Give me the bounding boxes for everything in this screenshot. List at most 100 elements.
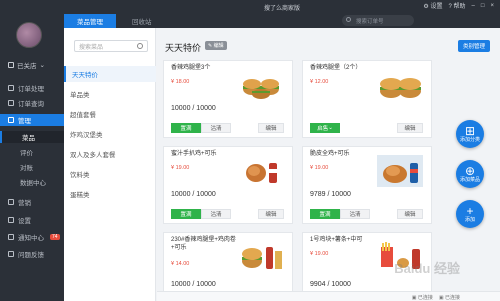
plus-icon: ⊕	[464, 163, 476, 178]
gear-icon	[8, 217, 14, 223]
minimize-icon[interactable]: –	[472, 3, 475, 9]
fill-stock-button[interactable]: 置满	[310, 209, 340, 219]
fill-stock-button[interactable]: 置满	[171, 209, 201, 219]
dish-card: 脆皮全鸡+可乐 ¥ 19.00 9789 / 10000 置满 沽清 编辑	[302, 146, 432, 224]
sidebar-item-reconciliation[interactable]: 对账	[0, 161, 64, 173]
sidebar-item-order-processing[interactable]: 订单处理	[0, 82, 64, 94]
dish-image	[380, 78, 421, 98]
start-sale-button[interactable]: 启售 ⌄	[310, 123, 340, 133]
dish-stock: 10000 / 10000	[171, 191, 216, 198]
plus-icon: ⊞	[464, 123, 476, 138]
manage-icon	[8, 117, 14, 123]
printer-icon: ▣	[438, 295, 444, 301]
dish-image	[243, 79, 279, 99]
search-icon	[346, 17, 351, 22]
connection-status: ▣ 已连接	[411, 295, 433, 301]
status-bar: ▣ 已连接 ▣ 已连接	[157, 291, 500, 301]
category-item[interactable]: 双人及多人套餐	[64, 146, 156, 162]
sidebar-item-reviews[interactable]: 评价	[0, 146, 64, 158]
dish-name: 脆皮全鸡+可乐	[310, 151, 350, 157]
edit-section-button[interactable]: ✎ 编辑	[205, 41, 227, 50]
window-controls: ⚙ 设置 ? 帮助 – □ ×	[423, 1, 494, 11]
dish-name: 1号鸡块+薯条+中可	[310, 237, 363, 243]
notification-badge: 74	[50, 234, 60, 240]
avatar[interactable]	[16, 22, 42, 48]
category-panel: 搜索菜品 天天特价 单品类 超值套餐 炸鸡汉堡类 双人及多人套餐 饮料类 蛋糕类	[64, 28, 156, 301]
sidebar-item-settings[interactable]: 设置	[0, 214, 64, 226]
sidebar-item-notifications[interactable]: 通知中心 74	[0, 231, 64, 243]
printer-icon: ▣	[411, 295, 417, 301]
dish-price: ¥ 18.00	[171, 79, 190, 85]
help-link[interactable]: ? 帮助	[448, 1, 465, 10]
order-icon	[8, 85, 14, 91]
dish-price: ¥ 19.00	[171, 165, 190, 171]
dish-card: 香辣鸡腿堡（2个） ¥ 12.00 启售 ⌄ 编辑	[302, 60, 432, 138]
query-icon	[8, 100, 14, 106]
order-search-input[interactable]: 搜索订单号	[342, 15, 414, 26]
dish-name: 香辣鸡腿堡（2个）	[310, 65, 362, 71]
tab-dish-management[interactable]: 菜品管理	[64, 14, 116, 28]
category-item[interactable]: 单品类	[64, 86, 156, 102]
sell-out-button[interactable]: 沽清	[340, 209, 370, 219]
edit-dish-button[interactable]: 编辑	[258, 209, 284, 219]
search-icon	[137, 43, 143, 49]
connection-status-2: ▣ 已连接	[438, 295, 460, 301]
section-title: 天天特价	[165, 43, 202, 53]
window-title: 搜了么商家版	[264, 6, 301, 12]
edit-dish-button[interactable]: 编辑	[397, 209, 423, 219]
dish-name: 蜜汁手扒鸡+可乐	[171, 151, 217, 157]
bell-icon	[8, 234, 14, 240]
category-item[interactable]: 蛋糕类	[64, 186, 156, 202]
pencil-icon: ✎	[208, 43, 213, 49]
category-item[interactable]: 饮料类	[64, 166, 156, 182]
help-icon: ?	[448, 4, 452, 10]
category-management-button[interactable]: 类别管理	[457, 40, 490, 52]
dish-image	[246, 163, 277, 183]
dish-price: ¥ 19.00	[310, 165, 329, 171]
close-icon[interactable]: ×	[490, 3, 494, 9]
chevron-down-icon: ⌄	[328, 125, 333, 131]
watermark: Baidu 经验	[394, 261, 460, 276]
fill-stock-button[interactable]: 置满	[171, 123, 201, 133]
sidebar-item-order-query[interactable]: 订单查询	[0, 97, 64, 109]
feedback-icon	[8, 251, 14, 257]
sidebar-item-dishes[interactable]: 菜品	[0, 131, 64, 143]
shop-status-label: 已关店	[17, 63, 37, 70]
dish-card: 香辣鸡腿堡3个 ¥ 18.00 10000 / 10000 置满 沽清 编辑	[163, 60, 293, 138]
add-dish-button[interactable]: ⊕ 添加菜品	[456, 160, 484, 188]
category-item[interactable]: 炸鸡汉堡类	[64, 126, 156, 142]
dish-stock: 10000 / 10000	[171, 281, 216, 288]
shop-status[interactable]: 已关店 ⌄	[8, 60, 45, 70]
edit-dish-button[interactable]: 编辑	[258, 123, 284, 133]
sidebar: 已关店 ⌄ 订单处理 订单查询 管理 菜品 评价 对账 数据中心 营销 设置 通…	[0, 0, 64, 301]
add-button[interactable]: + 添加	[456, 200, 484, 228]
category-item[interactable]: 超值套餐	[64, 106, 156, 122]
plus-icon: +	[466, 203, 474, 218]
dish-stock: 9789 / 10000	[310, 191, 351, 198]
tab-recycle-bin[interactable]: 回收站	[126, 14, 158, 28]
settings-link[interactable]: ⚙ 设置	[423, 1, 442, 10]
dish-stock: 9904 / 10000	[310, 281, 351, 288]
gear-icon: ⚙	[423, 4, 429, 10]
sidebar-item-feedback[interactable]: 问题反馈	[0, 248, 64, 260]
dish-card: 蜜汁手扒鸡+可乐 ¥ 19.00 10000 / 10000 置满 沽清 编辑	[163, 146, 293, 224]
sell-out-button[interactable]: 沽清	[201, 209, 231, 219]
dish-name: 香辣鸡腿堡3个	[171, 65, 211, 71]
sell-out-button[interactable]: 沽清	[201, 123, 231, 133]
dish-image	[242, 247, 282, 269]
add-category-button[interactable]: ⊞ 添加分类	[456, 120, 484, 148]
dish-image	[377, 155, 423, 187]
sidebar-item-management[interactable]: 管理	[0, 114, 64, 126]
maximize-icon[interactable]: □	[481, 3, 485, 9]
dish-price: ¥ 12.00	[310, 79, 329, 85]
edit-dish-button[interactable]: 编辑	[397, 123, 423, 133]
sidebar-item-data-center[interactable]: 数据中心	[0, 176, 64, 188]
sidebar-item-marketing[interactable]: 营销	[0, 196, 64, 208]
category-item[interactable]: 天天特价	[64, 66, 156, 82]
dish-search-input[interactable]: 搜索菜品	[74, 40, 148, 52]
top-bar: 搜了么商家版 ⚙ 设置 ? 帮助 – □ × 菜品管理 回收站 搜索订单号	[64, 0, 500, 28]
store-icon	[8, 62, 14, 68]
dish-price: ¥ 14.00	[171, 261, 190, 267]
dish-name: 230#香辣鸡腿堡+鸡肉卷+可乐	[171, 237, 236, 251]
dish-price: ¥ 19.00	[310, 251, 329, 257]
